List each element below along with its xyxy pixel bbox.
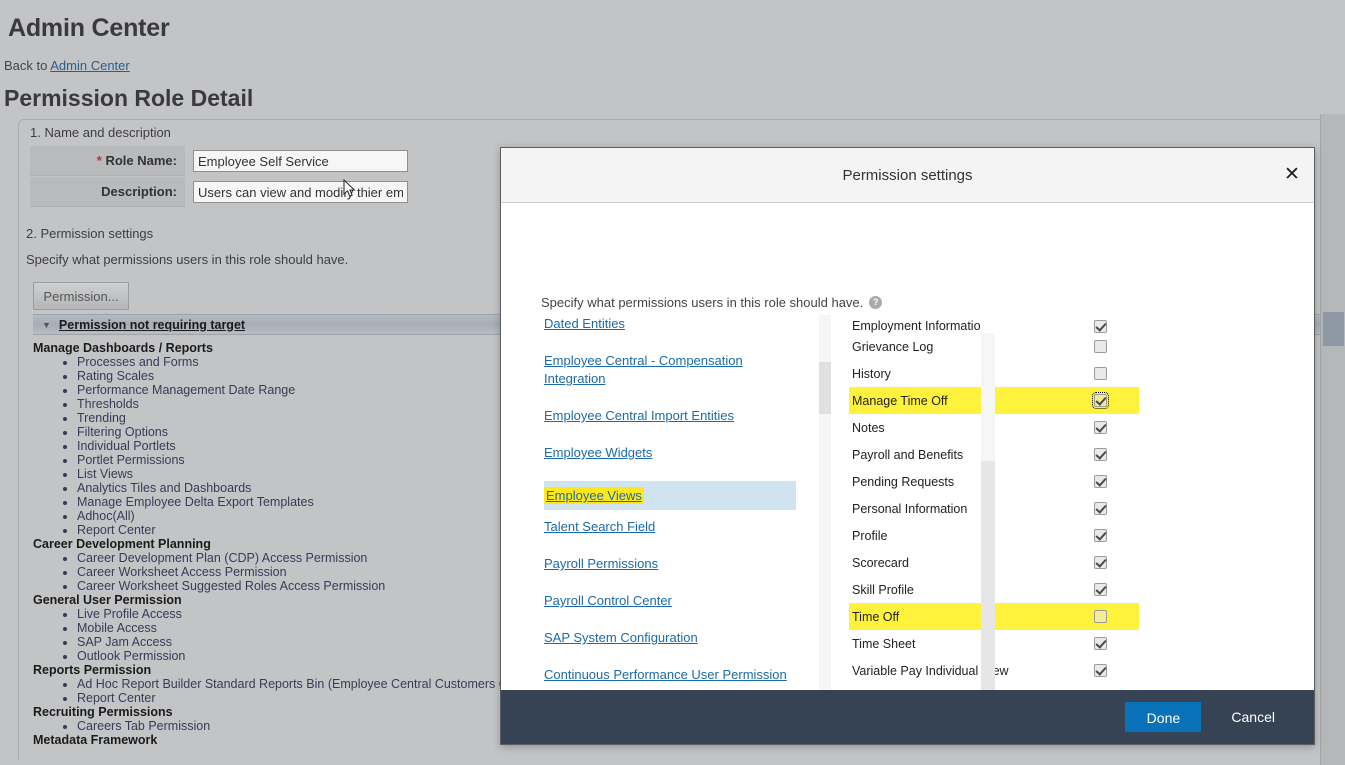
permission-checkbox[interactable] — [1094, 583, 1107, 596]
category-link-row[interactable]: Employee Widgets — [544, 444, 799, 462]
description-label: Description: — [30, 177, 185, 207]
page-title: Admin Center — [8, 14, 170, 42]
category-link-row[interactable]: Employee Central - Compensation Integrat… — [544, 352, 799, 388]
dialog-footer: Done Cancel — [501, 690, 1314, 744]
section-title: Permission Role Detail — [4, 85, 254, 111]
permission-checkbox-label: Scorecard — [852, 555, 909, 570]
permission-list-scrollbar[interactable] — [981, 315, 995, 692]
category-link[interactable]: Employee Widgets — [544, 445, 652, 460]
category-link-row[interactable]: Employee Views — [544, 481, 796, 510]
category-link-row[interactable]: SAP System Configuration — [544, 629, 799, 647]
breadcrumb: Back to Admin Center — [4, 58, 130, 73]
permission-checkbox-label: Personal Information — [852, 501, 968, 516]
dialog-instruction: Specify what permissions users in this r… — [541, 295, 883, 310]
permission-checkbox[interactable] — [1094, 664, 1107, 677]
permission-checkbox[interactable] — [1092, 392, 1109, 409]
page-scrollbar[interactable] — [1320, 114, 1345, 765]
permission-checkbox[interactable] — [1094, 610, 1107, 623]
category-link[interactable]: SAP System Configuration — [544, 630, 698, 645]
permission-button[interactable]: Permission... — [33, 282, 129, 310]
permission-group-header-text: Permission not requiring target — [58, 317, 246, 332]
permission-checkbox[interactable] — [1094, 475, 1107, 488]
dialog-instruction-text: Specify what permissions users in this r… — [541, 295, 864, 310]
permission-checkbox-label: Variable Pay Individual View — [852, 663, 1009, 678]
category-list: Dated Entities Employee Central - Compens… — [541, 315, 799, 692]
category-link-row[interactable]: Payroll Control Center — [544, 592, 799, 610]
permission-checkbox[interactable] — [1094, 637, 1107, 650]
permission-settings-dialog: Permission settings ✕ Specify what permi… — [500, 147, 1315, 745]
dialog-header: Permission settings ✕ — [501, 148, 1314, 203]
permission-checkbox-label: Manage Time Off — [852, 393, 948, 408]
category-link[interactable]: Continuous Performance User Permission — [544, 667, 787, 682]
permission-list-scrollbar-thumb[interactable] — [981, 461, 995, 692]
step-2-label: 2. Permission settings — [26, 226, 154, 241]
help-icon[interactable]: ? — [869, 296, 883, 309]
permission-checkbox-label: Time Sheet — [852, 636, 916, 651]
permission-checkbox-label: Skill Profile — [852, 582, 914, 597]
permission-checkbox-label: Notes — [852, 420, 885, 435]
role-name-input[interactable] — [193, 150, 408, 172]
cancel-button[interactable]: Cancel — [1225, 708, 1281, 726]
permission-checkbox-label: History — [852, 366, 891, 381]
description-row: Description: — [30, 177, 408, 207]
page-scrollbar-thumb[interactable] — [1323, 312, 1344, 346]
category-link[interactable]: Employee Central Import Entities — [544, 408, 734, 423]
required-asterisk: * — [96, 153, 102, 168]
permission-checkbox[interactable] — [1094, 421, 1107, 434]
description-field-cell — [185, 177, 408, 207]
permission-list-scrollbar-track — [981, 333, 995, 461]
category-link[interactable]: Employee Views — [544, 487, 644, 504]
done-button[interactable]: Done — [1125, 702, 1202, 732]
role-name-field-cell — [185, 146, 408, 176]
permission-checkbox-list: Employment Information Grievance Log Histo… — [835, 315, 1263, 692]
role-name-label-text: Role Name: — [105, 153, 177, 168]
role-name-row: * Role Name: — [30, 146, 408, 176]
permission-checkbox[interactable] — [1094, 556, 1107, 569]
specify-permissions-text: Specify what permissions users in this r… — [26, 252, 349, 267]
category-link-row[interactable]: Dated Entities — [544, 315, 799, 333]
permission-checkbox-label: Pending Requests — [852, 474, 955, 489]
app-root: Admin Center Back to Admin Center Permis… — [0, 0, 1345, 765]
role-name-label: * Role Name: — [30, 146, 185, 176]
permission-checkbox[interactable] — [1094, 448, 1107, 461]
permission-checkbox[interactable] — [1094, 502, 1107, 515]
category-link[interactable]: Talent Search Field — [544, 519, 655, 534]
category-list-scrollbar[interactable] — [819, 315, 831, 692]
breadcrumb-prefix: Back to — [4, 58, 51, 73]
dialog-columns: Dated Entities Employee Central - Compens… — [541, 315, 1281, 692]
step-1-label: 1. Name and description — [30, 125, 171, 140]
category-link[interactable]: Dated Entities — [544, 316, 625, 331]
permission-checkbox-label: Grievance Log — [852, 339, 934, 354]
permission-checkbox-label: Time Off — [852, 609, 900, 624]
description-input[interactable] — [193, 181, 408, 203]
category-list-scrollbar-thumb[interactable] — [819, 362, 831, 414]
category-link[interactable]: Payroll Permissions — [544, 556, 658, 571]
category-link-row[interactable]: Continuous Performance User Permission — [544, 666, 799, 684]
permission-checkbox-label: Profile — [852, 528, 888, 543]
breadcrumb-link-admin-center[interactable]: Admin Center — [50, 58, 129, 73]
permission-checkbox-label: Employment Information — [852, 319, 988, 333]
permission-checkbox[interactable] — [1094, 367, 1107, 380]
category-link-row[interactable]: Talent Search Field — [544, 518, 799, 536]
category-link-row[interactable]: Payroll Permissions — [544, 555, 799, 573]
permission-checkbox[interactable] — [1094, 340, 1107, 353]
dialog-body: Specify what permissions users in this r… — [501, 203, 1314, 692]
category-link-row[interactable]: Employee Central Import Entities — [544, 407, 799, 425]
chevron-down-icon: ▼ — [42, 319, 51, 330]
dialog-title: Permission settings — [842, 166, 973, 184]
permission-checkbox-label: Payroll and Benefits — [852, 447, 964, 462]
permission-checkbox[interactable] — [1094, 529, 1107, 542]
category-link[interactable]: Payroll Control Center — [544, 593, 672, 608]
permission-checkbox[interactable] — [1094, 320, 1107, 333]
close-icon[interactable]: ✕ — [1280, 163, 1304, 187]
category-link[interactable]: Employee Central - Compensation Integrat… — [544, 353, 743, 386]
